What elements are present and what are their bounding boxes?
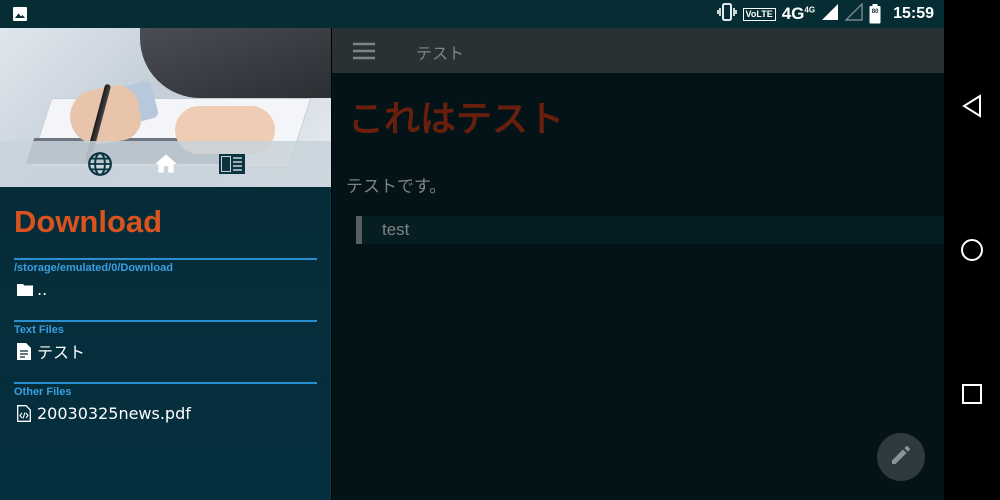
folder-icon — [17, 279, 35, 299]
section-label: Text Files — [14, 324, 64, 336]
battery-level: 80 — [871, 9, 879, 15]
home-circle-icon[interactable] — [958, 236, 986, 264]
edit-button[interactable] — [877, 433, 925, 481]
section-label: Other Files — [14, 386, 72, 398]
signal-icon — [821, 3, 839, 25]
section-text-files: Text Files テスト — [14, 320, 317, 364]
home-icon[interactable] — [152, 150, 180, 178]
toolbar-title: テスト — [416, 44, 465, 63]
main-content: テスト これはテスト テストです。 test — [332, 28, 944, 500]
file-name: テスト — [37, 343, 86, 362]
status-bar: VoLTE 4G4G 80 15:59 — [0, 0, 944, 28]
pencil-icon — [889, 443, 913, 471]
content-paragraph: テストです。 — [346, 177, 447, 197]
recents-icon[interactable] — [958, 380, 986, 408]
content-heading: これはテスト — [348, 99, 565, 140]
drawer-title: Download — [14, 204, 163, 239]
globe-icon[interactable] — [86, 150, 114, 178]
system-navigation-bar — [944, 0, 1000, 500]
list-item-parent-folder[interactable]: .. — [14, 276, 317, 302]
app-toolbar: テスト — [332, 28, 944, 73]
section-download: /storage/emulated/0/Download .. — [14, 258, 317, 302]
image-icon — [12, 6, 28, 26]
drawer-header-image — [0, 28, 331, 187]
file-name: 20030325news.pdf — [37, 403, 191, 423]
blockquote-text: test — [382, 220, 410, 239]
network-type: 4G4G — [781, 4, 816, 23]
battery-icon: 80 — [869, 4, 881, 24]
list-item-other-file[interactable]: 20030325news.pdf — [14, 400, 317, 426]
section-divider — [14, 320, 317, 322]
volte-label: VoLTE — [742, 7, 776, 21]
status-time: 15:59 — [893, 5, 934, 22]
code-file-icon — [17, 403, 35, 423]
section-divider — [14, 258, 317, 260]
hamburger-menu-icon[interactable] — [352, 39, 376, 63]
document-icon — [17, 341, 35, 361]
section-divider — [14, 382, 317, 384]
section-other-files: Other Files 20030325news.pdf — [14, 382, 317, 426]
drawer-header-toolbar — [0, 141, 331, 187]
list-item-text-file[interactable]: テスト — [14, 338, 317, 364]
signal-icon — [844, 2, 863, 25]
content-blockquote: test — [356, 216, 944, 244]
vibrate-icon — [716, 3, 737, 25]
section-label: /storage/emulated/0/Download — [14, 262, 173, 274]
reader-icon[interactable] — [218, 150, 246, 178]
back-icon[interactable] — [958, 92, 986, 120]
navigation-drawer: Download /storage/emulated/0/Download ..… — [0, 28, 331, 500]
file-name: .. — [37, 279, 48, 299]
